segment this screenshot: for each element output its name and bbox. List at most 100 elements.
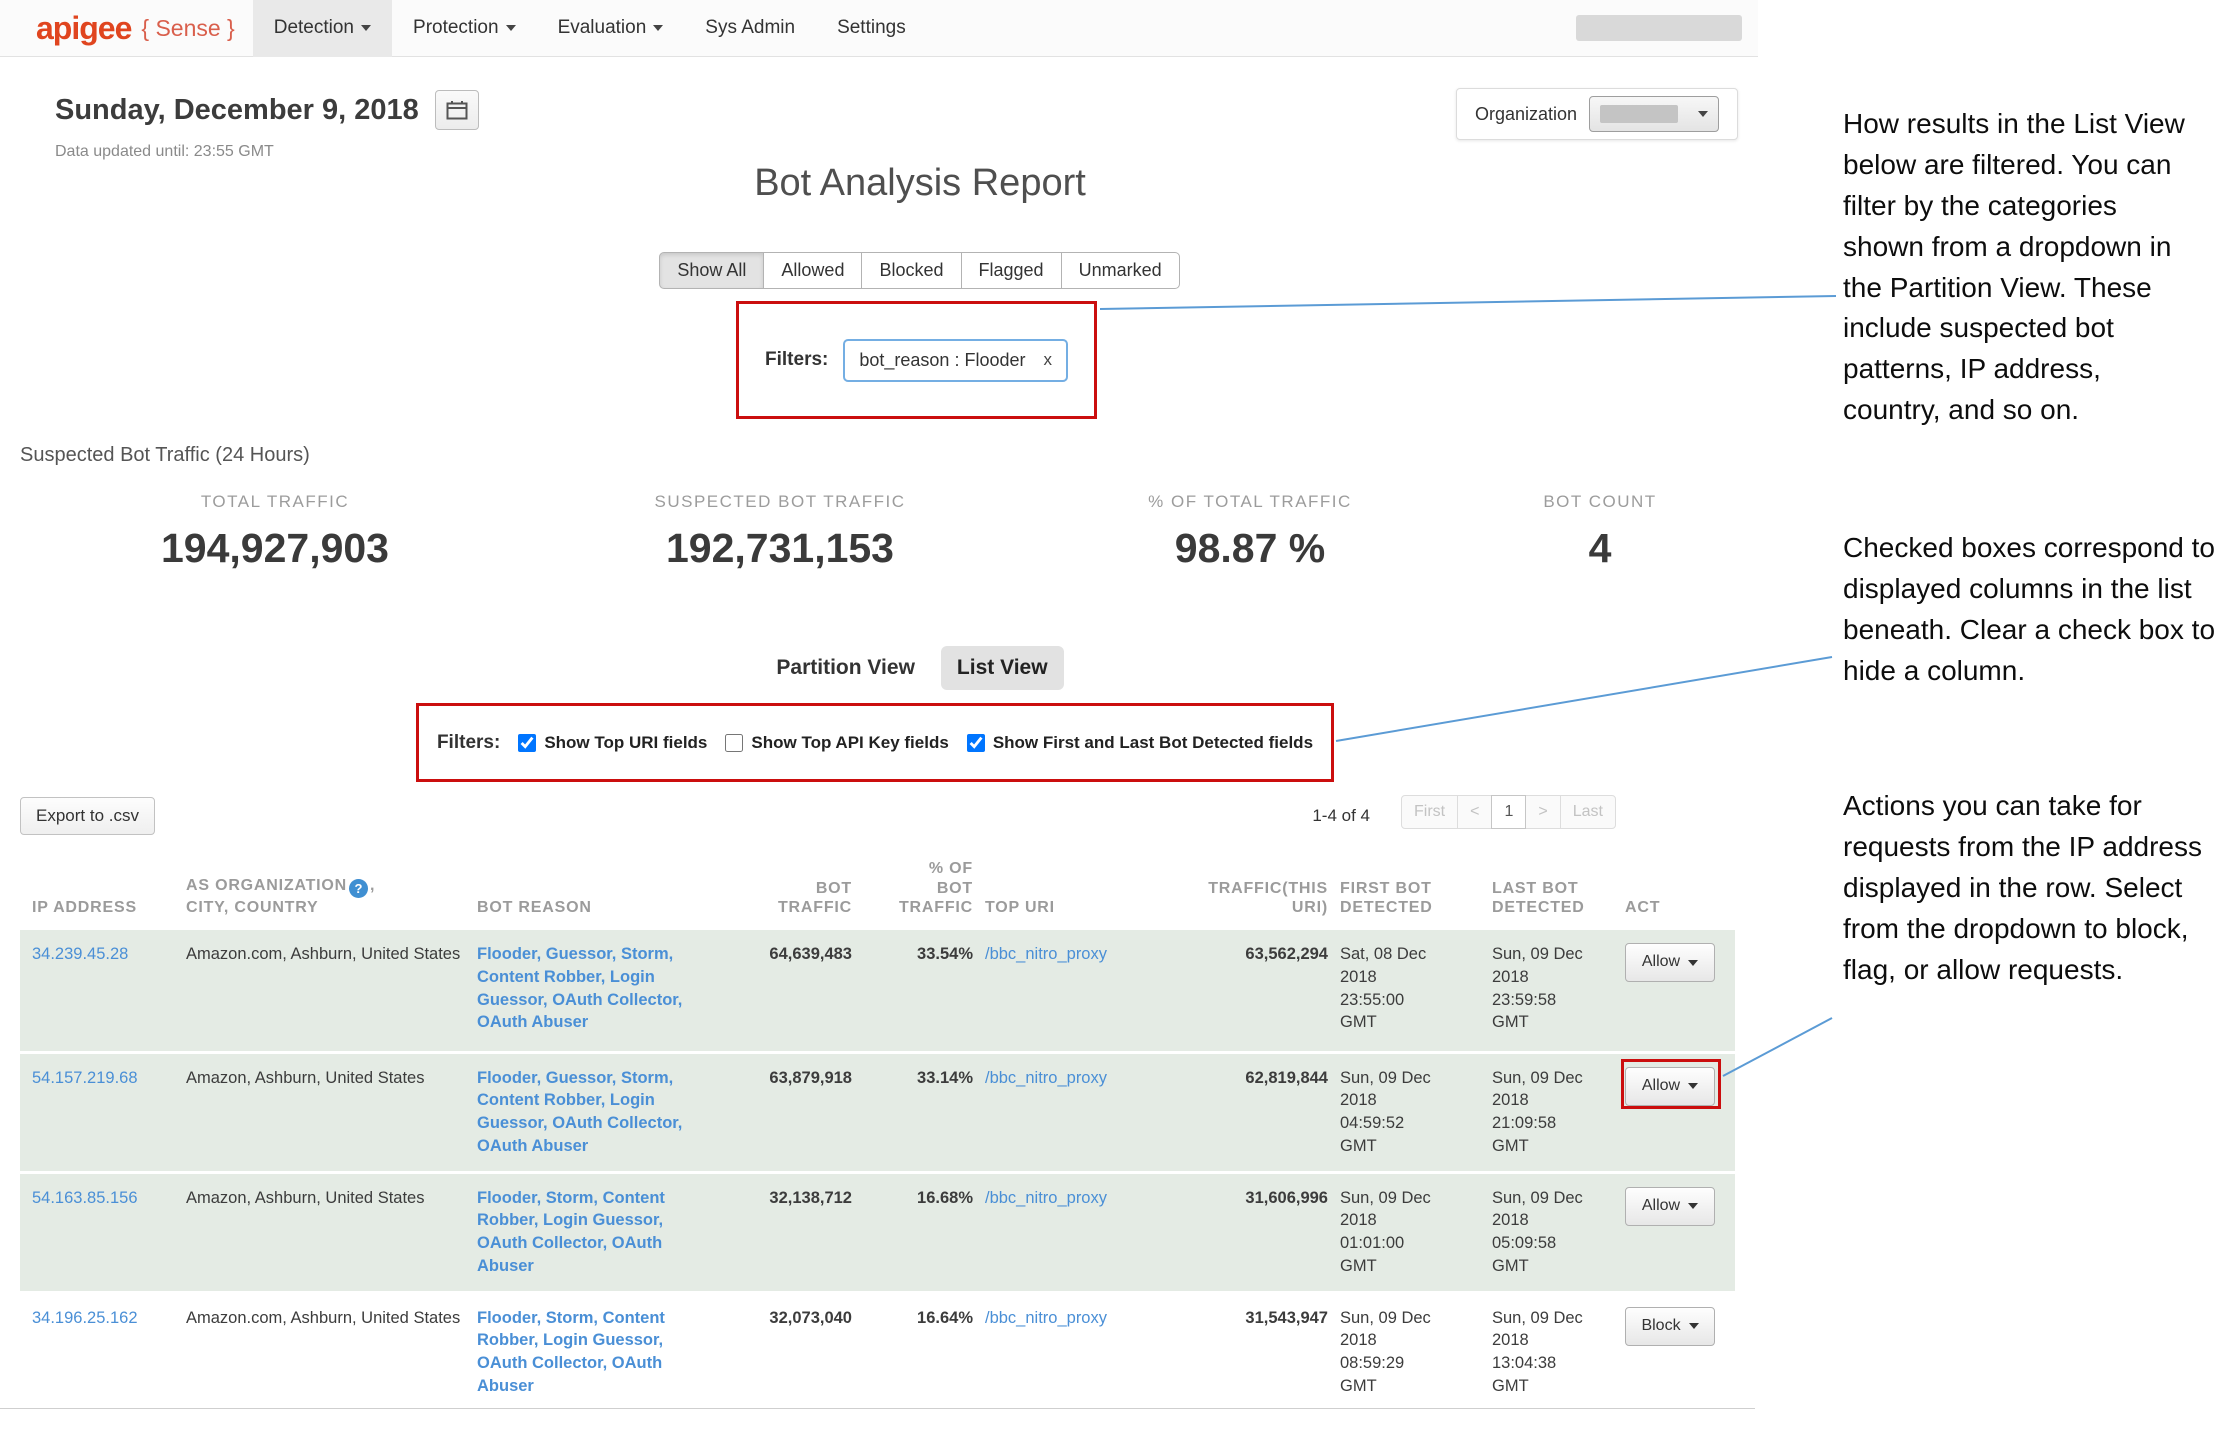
pagination-page-1-button[interactable]: 1: [1491, 795, 1526, 829]
nav-item-protection[interactable]: Protection: [392, 0, 537, 57]
pagination-first-button[interactable]: First: [1401, 795, 1458, 829]
ip-link[interactable]: 34.239.45.28: [32, 945, 128, 963]
stat-label: BOT COUNT: [1440, 492, 1760, 512]
action-dropdown[interactable]: Allow: [1625, 1067, 1715, 1106]
col-header-bot-traffic[interactable]: BOT TRAFFIC: [720, 846, 864, 930]
last-bot-detected-cell: Sun, 09 Dec 2018 13:04:38 GMT: [1492, 1292, 1625, 1411]
pagination-next-button[interactable]: >: [1525, 795, 1560, 829]
list-view-toggle[interactable]: List View: [941, 646, 1064, 690]
organization-dropdown[interactable]: [1589, 96, 1719, 132]
nav-item-detection[interactable]: Detection: [253, 0, 392, 57]
pct-bot-traffic-cell: 33.14%: [864, 1052, 985, 1172]
top-uri-link[interactable]: /bbc_nitro_proxy: [985, 1069, 1107, 1087]
stat-label: % OF TOTAL TRAFFIC: [1040, 492, 1460, 512]
col-header-ip[interactable]: IP ADDRESS: [20, 846, 186, 930]
checkbox-label: Show Top URI fields: [544, 733, 707, 753]
col-header-as-organization[interactable]: AS ORGANIZATION?,CITY, COUNTRY: [186, 846, 477, 930]
stat-total-traffic: TOTAL TRAFFIC 194,927,903: [60, 492, 490, 572]
table-row: 34.239.45.28 Amazon.com, Ashburn, United…: [20, 930, 1735, 1052]
top-uri-link[interactable]: /bbc_nitro_proxy: [985, 1189, 1107, 1207]
stat-value: 4: [1440, 525, 1760, 572]
top-uri-link[interactable]: /bbc_nitro_proxy: [985, 945, 1107, 963]
remove-filter-icon[interactable]: x: [1043, 350, 1052, 370]
ip-link[interactable]: 54.163.85.156: [32, 1189, 138, 1207]
bot-traffic-cell: 32,073,040: [720, 1292, 864, 1411]
bot-reason-links[interactable]: Flooder, Storm, Content Robber, Login Gu…: [477, 1189, 665, 1275]
checkbox-label: Show First and Last Bot Detected fields: [993, 733, 1313, 753]
bot-reason-links[interactable]: Flooder, Storm, Content Robber, Login Gu…: [477, 1309, 665, 1395]
as-organization-cell: Amazon, Ashburn, United States: [186, 1052, 477, 1172]
col-header-text: ,: [370, 877, 375, 894]
stat-bot-count: BOT COUNT 4: [1440, 492, 1760, 572]
chevron-down-icon: [1688, 1083, 1698, 1089]
as-organization-cell: Amazon.com, Ashburn, United States: [186, 930, 477, 1052]
traffic-this-uri-cell: 31,606,996: [1180, 1172, 1340, 1292]
partition-view-toggle[interactable]: Partition View: [776, 656, 914, 680]
chevron-down-icon: [361, 25, 371, 31]
top-uri-link[interactable]: /bbc_nitro_proxy: [985, 1309, 1107, 1327]
tab-flagged[interactable]: Flagged: [961, 252, 1062, 289]
app-bottom-border: [0, 1408, 1755, 1409]
show-top-uri-checkbox[interactable]: [518, 734, 536, 752]
pagination-last-button[interactable]: Last: [1560, 795, 1616, 829]
col-header-traffic-this-uri[interactable]: TRAFFIC(THIS URI): [1180, 846, 1340, 930]
export-csv-button[interactable]: Export to .csv: [20, 797, 155, 835]
top-nav: apigee { Sense } Detection Protection Ev…: [0, 0, 1758, 57]
bot-results-table: IP ADDRESS AS ORGANIZATION?,CITY, COUNTR…: [20, 846, 1735, 1411]
tab-unmarked[interactable]: Unmarked: [1061, 252, 1180, 289]
table-row: 54.157.219.68 Amazon, Ashburn, United St…: [20, 1052, 1735, 1172]
stat-value: 194,927,903: [60, 525, 490, 572]
as-organization-cell: Amazon, Ashburn, United States: [186, 1172, 477, 1292]
stat-pct-total-traffic: % OF TOTAL TRAFFIC 98.87 %: [1040, 492, 1460, 572]
action-dropdown[interactable]: Allow: [1625, 943, 1715, 982]
calendar-button[interactable]: [435, 90, 479, 130]
date-header: Sunday, December 9, 2018: [55, 90, 479, 130]
checkbox-label: Show Top API Key fields: [751, 733, 948, 753]
checkbox-show-first-last-detected[interactable]: Show First and Last Bot Detected fields: [967, 733, 1313, 753]
checkbox-show-top-uri[interactable]: Show Top URI fields: [518, 733, 707, 753]
nav-item-sys-admin-label: Sys Admin: [705, 17, 795, 39]
chevron-down-icon: [1698, 111, 1708, 117]
col-header-pct-bot-traffic[interactable]: % OF BOT TRAFFIC: [864, 846, 985, 930]
ip-link[interactable]: 54.157.219.68: [32, 1069, 138, 1087]
view-toggle: Partition View List View: [0, 646, 1840, 690]
table-row: 54.163.85.156 Amazon, Ashburn, United St…: [20, 1172, 1735, 1292]
first-bot-detected-cell: Sun, 09 Dec 2018 01:01:00 GMT: [1340, 1172, 1492, 1292]
tab-blocked[interactable]: Blocked: [861, 252, 961, 289]
col-header-top-uri[interactable]: TOP URI: [985, 846, 1180, 930]
col-header-bot-reason[interactable]: BOT REASON: [477, 846, 720, 930]
pagination-prev-button[interactable]: <: [1457, 795, 1492, 829]
nav-item-evaluation-label: Evaluation: [558, 17, 647, 39]
nav-item-evaluation[interactable]: Evaluation: [537, 0, 685, 57]
help-icon[interactable]: ?: [349, 879, 368, 898]
action-label: Allow: [1642, 1075, 1680, 1097]
bot-reason-links[interactable]: Flooder, Guessor, Storm, Content Robber,…: [477, 945, 682, 1031]
filter-tag-bot-reason[interactable]: bot_reason : Flooder x: [843, 339, 1068, 382]
col-header-text: AS ORGANIZATION: [186, 877, 347, 894]
col-header-first-bot-detected[interactable]: FIRST BOT DETECTED: [1340, 846, 1492, 930]
redacted-account-email: [1576, 15, 1742, 41]
tab-allowed[interactable]: Allowed: [763, 252, 862, 289]
nav-item-settings[interactable]: Settings: [816, 0, 927, 57]
pct-bot-traffic-cell: 33.54%: [864, 930, 985, 1052]
action-dropdown[interactable]: Allow: [1625, 1187, 1715, 1226]
bot-reason-links[interactable]: Flooder, Guessor, Storm, Content Robber,…: [477, 1069, 682, 1155]
table-row: 34.196.25.162 Amazon.com, Ashburn, Unite…: [20, 1292, 1735, 1411]
col-header-last-bot-detected[interactable]: LAST BOT DETECTED: [1492, 846, 1625, 930]
pagination: First < 1 > Last: [1402, 795, 1616, 829]
status-tabs: Show All Allowed Blocked Flagged Unmarke…: [0, 252, 1840, 289]
nav-item-protection-label: Protection: [413, 17, 499, 39]
last-bot-detected-cell: Sun, 09 Dec 2018 23:59:58 GMT: [1492, 930, 1625, 1052]
ip-link[interactable]: 34.196.25.162: [32, 1309, 138, 1327]
show-first-last-checkbox[interactable]: [967, 734, 985, 752]
show-api-key-checkbox[interactable]: [725, 734, 743, 752]
action-dropdown[interactable]: Block: [1625, 1307, 1715, 1346]
tab-show-all[interactable]: Show All: [659, 252, 764, 289]
nav-item-sys-admin[interactable]: Sys Admin: [684, 0, 816, 57]
checkbox-show-api-key[interactable]: Show Top API Key fields: [725, 733, 948, 753]
as-organization-cell: Amazon.com, Ashburn, United States: [186, 1292, 477, 1411]
stat-label: TOTAL TRAFFIC: [60, 492, 490, 512]
first-bot-detected-cell: Sun, 09 Dec 2018 04:59:52 GMT: [1340, 1052, 1492, 1172]
stat-suspected-bot-traffic: SUSPECTED BOT TRAFFIC 192,731,153: [560, 492, 1000, 572]
nav-item-settings-label: Settings: [837, 17, 906, 39]
